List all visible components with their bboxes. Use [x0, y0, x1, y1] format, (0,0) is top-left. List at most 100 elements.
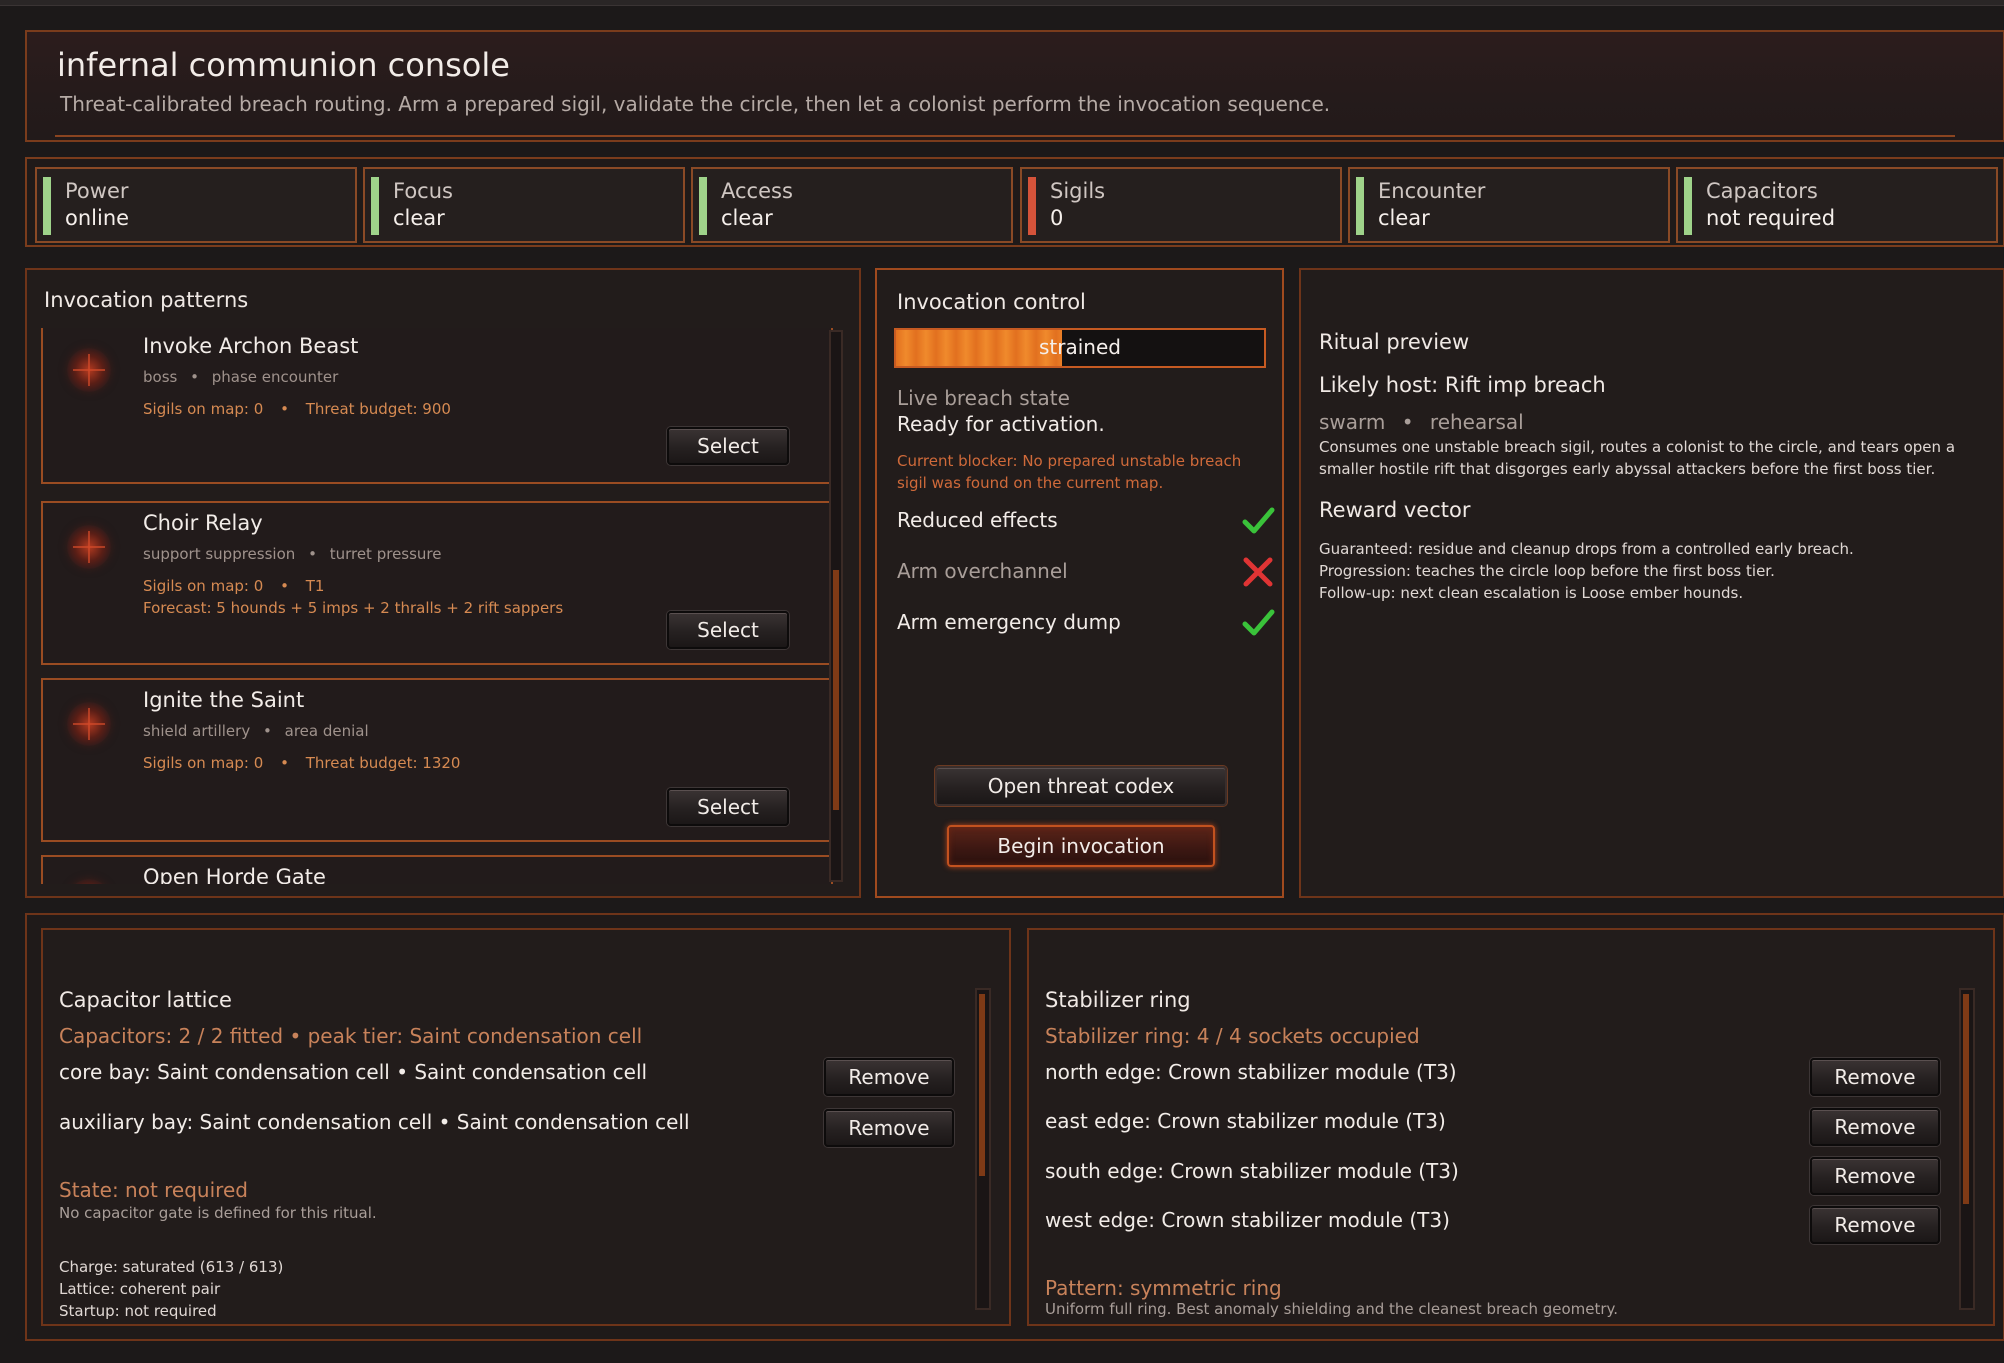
option-label: Reduced effects [897, 508, 1058, 532]
pattern-meta: Sigils on map: 0 • Threat budget: 900 [143, 400, 451, 418]
stat-power: Power online [35, 167, 357, 243]
control-title: Invocation control [897, 290, 1086, 314]
stabilizer-scrollbar[interactable] [1959, 988, 1975, 1310]
check-icon[interactable] [1241, 504, 1275, 538]
capacitor-summary: Capacitors: 2 / 2 fitted • peak tier: Sa… [59, 1024, 643, 1048]
stabilizer-row: east edge: Crown stabilizer module (T3) [1045, 1109, 1446, 1133]
pattern-card-choir-relay[interactable]: Choir Relay support suppression • turret… [41, 501, 833, 665]
pattern-tag: phase encounter [211, 368, 339, 386]
pattern-tags: shield artillery • area denial [143, 722, 369, 740]
reward-line: Progression: teaches the circle loop bef… [1319, 562, 1775, 580]
patterns-list[interactable]: Invoke Archon Beast boss • phase encount… [41, 328, 833, 884]
capacitor-row: auxiliary bay: Saint condensation cell •… [59, 1110, 690, 1134]
toggle-arm-overchannel[interactable]: Arm overchannel [887, 551, 1273, 597]
toggle-reduced-effects[interactable]: Reduced effects [887, 500, 1275, 546]
patterns-panel: Invocation patterns Invoke Archon Beast … [25, 268, 861, 898]
remove-button[interactable]: Remove [1810, 1206, 1940, 1244]
stat-label: Power [65, 179, 129, 203]
capacitor-title: Capacitor lattice [59, 988, 232, 1012]
breach-state-value: Ready for activation. [897, 412, 1105, 436]
capacitor-panel: Capacitor lattice Capacitors: 2 / 2 fitt… [41, 928, 1011, 1326]
console-header: infernal communion console Threat-calibr… [25, 30, 2004, 142]
stabilizer-pattern-note: Uniform full ring. Best anomaly shieldin… [1045, 1300, 1619, 1318]
capacitor-charge: Charge: saturated (613 / 613) [59, 1258, 284, 1276]
remove-button[interactable]: Remove [1810, 1157, 1940, 1195]
pattern-card-horde-gate[interactable]: Open Horde Gate [41, 855, 833, 884]
pattern-tags: boss • phase encounter [143, 368, 338, 386]
pattern-card-archon-beast[interactable]: Invoke Archon Beast boss • phase encount… [41, 328, 833, 484]
preview-description: smaller hostile rift that disgorges earl… [1319, 460, 1936, 478]
select-button[interactable]: Select [667, 788, 789, 826]
sigils-on-map: Sigils on map: 0 [143, 754, 264, 772]
stat-value: clear [1378, 206, 1430, 230]
threat-tier: T1 [305, 577, 325, 595]
stat-label: Sigils [1050, 179, 1106, 203]
stabilizer-pattern: Pattern: symmetric ring [1045, 1276, 1282, 1300]
remove-button[interactable]: Remove [824, 1109, 954, 1147]
pattern-tag: turret pressure [329, 545, 442, 563]
pattern-name: Open Horde Gate [143, 865, 326, 884]
patterns-scrollbar[interactable] [829, 330, 843, 882]
control-panel: Invocation control strained Live breach … [875, 268, 1284, 898]
cross-icon[interactable] [1241, 555, 1275, 589]
remove-button[interactable]: Remove [824, 1058, 954, 1096]
capacitor-scrollbar[interactable] [975, 988, 991, 1310]
dot-separator: • [280, 754, 289, 772]
open-threat-codex-button[interactable]: Open threat codex [935, 766, 1227, 806]
select-button[interactable]: Select [667, 611, 789, 649]
reward-title: Reward vector [1319, 498, 1471, 522]
pattern-tag: support suppression [143, 545, 296, 563]
dot-separator: • [190, 368, 199, 386]
dot-separator: • [308, 545, 317, 563]
preview-tag: rehearsal [1429, 410, 1524, 434]
stat-indicator [1356, 177, 1364, 235]
sigils-on-map: Sigils on map: 0 [143, 400, 264, 418]
blocker-text: Current blocker: No prepared unstable br… [897, 452, 1242, 470]
stat-value: online [65, 206, 130, 230]
page-title: infernal communion console [57, 46, 510, 84]
stat-label: Focus [393, 179, 453, 203]
pattern-tag: shield artillery [143, 722, 251, 740]
option-label: Arm emergency dump [897, 610, 1121, 634]
sigil-icon [67, 702, 111, 746]
stat-value: clear [721, 206, 773, 230]
stat-sigils: Sigils 0 [1020, 167, 1342, 243]
scrollbar-thumb[interactable] [833, 570, 839, 810]
begin-invocation-button[interactable]: Begin invocation [947, 825, 1215, 867]
pattern-name: Ignite the Saint [143, 688, 305, 712]
stat-label: Access [721, 179, 793, 203]
progress-label: strained [1039, 335, 1121, 359]
sigils-on-map: Sigils on map: 0 [143, 577, 264, 595]
stabilizer-title: Stabilizer ring [1045, 988, 1191, 1012]
reward-line: Follow-up: next clean escalation is Loos… [1319, 584, 1744, 602]
pattern-name: Choir Relay [143, 511, 263, 535]
dot-separator: • [280, 400, 289, 418]
top-strip [0, 0, 2004, 6]
remove-button[interactable]: Remove [1810, 1108, 1940, 1146]
threat-budget: Threat budget: 1320 [305, 754, 461, 772]
stabilizer-summary: Stabilizer ring: 4 / 4 sockets occupied [1045, 1024, 1420, 1048]
header-divider [55, 135, 1955, 137]
scrollbar-thumb[interactable] [1963, 994, 1969, 1204]
invocation-progress-bar: strained [894, 328, 1266, 368]
scrollbar-thumb[interactable] [979, 994, 985, 1176]
pattern-meta: Sigils on map: 0 • T1 [143, 577, 324, 595]
stat-value: clear [393, 206, 445, 230]
capacitor-startup: Startup: not required [59, 1302, 217, 1320]
dot-separator: • [1401, 410, 1414, 434]
stat-indicator [699, 177, 707, 235]
stabilizer-row: south edge: Crown stabilizer module (T3) [1045, 1159, 1459, 1183]
pattern-tag: boss [143, 368, 178, 386]
pattern-card-ignite-saint[interactable]: Ignite the Saint shield artillery • area… [41, 678, 833, 842]
dot-separator: • [280, 577, 289, 595]
pattern-meta: Sigils on map: 0 • Threat budget: 1320 [143, 754, 460, 772]
select-button[interactable]: Select [667, 427, 789, 465]
status-strip: Power online Focus clear Access clear Si… [25, 157, 2004, 247]
toggle-emergency-dump[interactable]: Arm emergency dump [887, 602, 1275, 648]
reward-line: Guaranteed: residue and cleanup drops fr… [1319, 540, 1854, 558]
stat-access: Access clear [691, 167, 1013, 243]
check-icon[interactable] [1241, 606, 1275, 640]
stat-focus: Focus clear [363, 167, 685, 243]
capacitor-row: core bay: Saint condensation cell • Sain… [59, 1060, 648, 1084]
remove-button[interactable]: Remove [1810, 1058, 1940, 1096]
